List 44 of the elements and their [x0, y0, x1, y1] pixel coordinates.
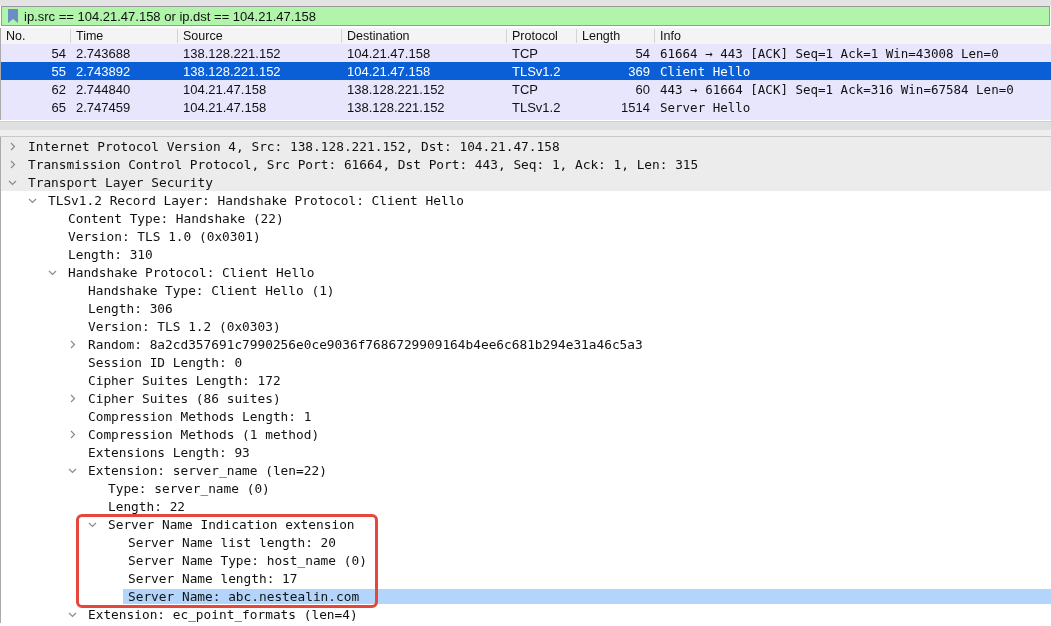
column-header[interactable]: Destination: [342, 29, 507, 43]
column-header[interactable]: Protocol: [507, 29, 577, 43]
chevron-right-icon[interactable]: [68, 429, 77, 439]
tree-item[interactable]: Length: 310: [68, 246, 153, 262]
tree-item[interactable]: Compression Methods Length: 1: [88, 408, 312, 424]
tree-item[interactable]: Random: 8a2cd357691c7990256e0ce9036f7686729909164b4ee6c681b294e31a46c5a3: [88, 336, 643, 352]
column-header[interactable]: Time: [71, 29, 178, 43]
tree-item[interactable]: Handshake Protocol: Client Hello: [68, 264, 315, 280]
horizontal-scrollbar[interactable]: [0, 121, 1051, 130]
tree-item[interactable]: Extension: server_name (len=22): [88, 462, 327, 478]
tree-item[interactable]: Version: TLS 1.0 (0x0301): [68, 228, 261, 244]
packet-row[interactable]: 62 2.744840 104.21.47.158 138.128.221.152 TCP 60 443 → 61664 [ACK] Seq=1 Ack=316 Win=67584 Len=0: [1, 80, 1051, 98]
tree-item[interactable]: Cipher Suites Length: 172: [88, 372, 281, 388]
tree-item[interactable]: Session ID Length: 0: [88, 354, 243, 370]
tree-item[interactable]: Cipher Suites (86 suites): [88, 390, 281, 406]
tree-item[interactable]: Server Name list length: 20: [128, 534, 337, 550]
tree-item[interactable]: Server Name: abc.nestealin.com: [123, 588, 1051, 604]
tree-item[interactable]: Compression Methods (1 method): [88, 426, 320, 442]
tree-item[interactable]: Server Name Type: host_name (0): [128, 552, 367, 568]
tree-item[interactable]: Length: 306: [88, 300, 173, 316]
chevron-right-icon[interactable]: [8, 141, 17, 151]
packet-row[interactable]: 54 2.743688 138.128.221.152 104.21.47.158 TCP 54 61664 → 443 [ACK] Seq=1 Ack=1 Win=43008 Len=0: [1, 44, 1051, 62]
tree-item[interactable]: Handshake Type: Client Hello (1): [88, 282, 335, 298]
bookmark-icon[interactable]: [8, 9, 18, 23]
tree-item[interactable]: Server Name Indication extension: [108, 516, 355, 532]
column-header[interactable]: Info: [655, 29, 1051, 43]
column-header[interactable]: Source: [178, 29, 342, 43]
tree-item[interactable]: Transport Layer Security: [28, 174, 213, 190]
display-filter-field[interactable]: ip.src == 104.21.47.158 or ip.dst == 104.21.47.158: [1, 6, 1050, 26]
column-header[interactable]: No.: [1, 29, 71, 43]
tree-item[interactable]: Server Name length: 17: [128, 570, 298, 586]
chevron-right-icon[interactable]: [68, 339, 77, 349]
tree-item[interactable]: Type: server_name (0): [108, 480, 270, 496]
tree-item[interactable]: Content Type: Handshake (22): [68, 210, 284, 226]
tree-item[interactable]: Length: 22: [108, 498, 186, 514]
tree-item[interactable]: Version: TLS 1.2 (0x0303): [88, 318, 281, 334]
packet-row[interactable]: 55 2.743892 138.128.221.152 104.21.47.158 TLSv1.2 369 Client Hello: [1, 62, 1051, 80]
tree-item[interactable]: Extension: ec_point_formats (len=4): [88, 606, 358, 622]
tree-item[interactable]: TLSv1.2 Record Layer: Handshake Protocol: Client Hello: [48, 192, 465, 208]
tree-item[interactable]: Extensions Length: 93: [88, 444, 250, 460]
packet-row[interactable]: 65 2.747459 104.21.47.158 138.128.221.152 TLSv1.2 1514 Server Hello: [1, 98, 1051, 116]
column-header[interactable]: Length: [577, 29, 655, 43]
chevron-right-icon[interactable]: [68, 393, 77, 403]
chevron-right-icon[interactable]: [8, 159, 17, 169]
